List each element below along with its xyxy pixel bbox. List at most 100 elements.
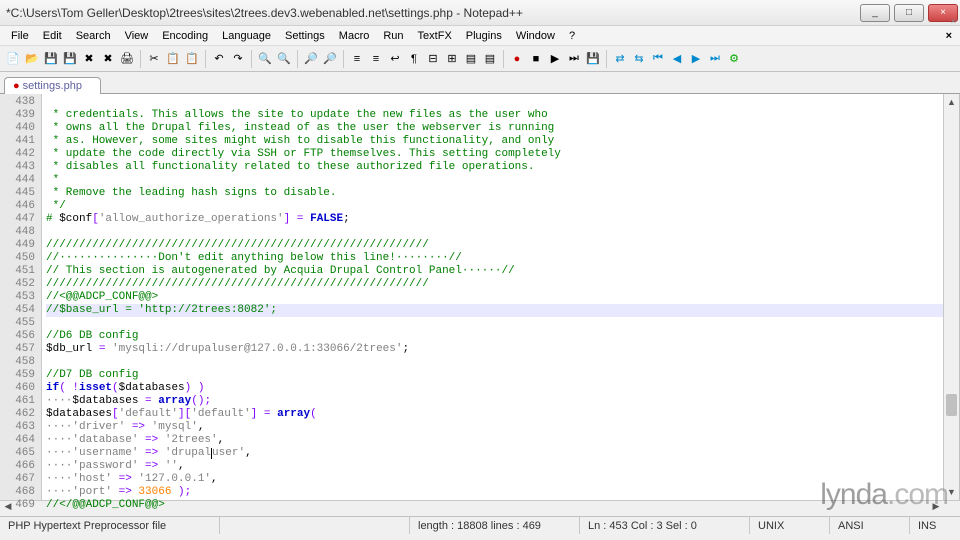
indent-guide-icon[interactable]: ⊟ bbox=[424, 50, 442, 68]
code-line: * Remove the leading hash signs to disab… bbox=[46, 187, 336, 199]
save-icon[interactable]: 💾 bbox=[42, 50, 60, 68]
toolbar: 📄 📂 💾 💾 ✖ ✖ 🖨 ✂ 📋 📋 ↶ ↷ 🔍 🔍 🔎 🔎 ≡ ≡ ↩ ¶ … bbox=[0, 46, 960, 72]
close-file-icon[interactable]: ✖ bbox=[80, 50, 98, 68]
menubar-close-doc[interactable]: × bbox=[939, 28, 960, 44]
code-line bbox=[46, 356, 53, 368]
status-encoding: ANSI bbox=[830, 517, 910, 534]
menu-language[interactable]: Language bbox=[215, 28, 278, 44]
current-line: //$base_url = 'http://2trees:8082'; bbox=[46, 304, 943, 317]
code-line: ····'password' => '', bbox=[46, 460, 185, 472]
code-line: ····'host' => '127.0.0.1', bbox=[46, 473, 218, 485]
save-all-icon[interactable]: 💾 bbox=[61, 50, 79, 68]
menu-plugins[interactable]: Plugins bbox=[459, 28, 509, 44]
scroll-left-icon[interactable]: ◀ bbox=[0, 501, 16, 516]
options-icon[interactable]: ⚙ bbox=[725, 50, 743, 68]
tab-close-icon[interactable]: × bbox=[951, 16, 956, 26]
find-icon[interactable]: 🔍 bbox=[256, 50, 274, 68]
print-icon[interactable]: 🖨 bbox=[118, 50, 136, 68]
menu-encoding[interactable]: Encoding bbox=[155, 28, 215, 44]
menu-file[interactable]: File bbox=[4, 28, 36, 44]
compare-icon[interactable]: ⇄ bbox=[611, 50, 629, 68]
menu-help[interactable]: ? bbox=[562, 28, 582, 44]
code-line: ····'database' => '2trees', bbox=[46, 434, 224, 446]
undo-icon[interactable]: ↶ bbox=[210, 50, 228, 68]
play-multi-icon[interactable]: ⏭ bbox=[565, 50, 583, 68]
code-line: */ bbox=[46, 200, 66, 212]
save-macro-icon[interactable]: 💾 bbox=[584, 50, 602, 68]
paste-icon[interactable]: 📋 bbox=[183, 50, 201, 68]
window-title: *C:\Users\Tom Geller\Desktop\2trees\site… bbox=[6, 6, 858, 20]
maximize-button[interactable]: □ bbox=[894, 4, 924, 22]
code-line bbox=[46, 317, 53, 329]
minimize-button[interactable]: _ bbox=[860, 4, 890, 22]
menu-macro[interactable]: Macro bbox=[332, 28, 377, 44]
show-chars-icon[interactable]: ¶ bbox=[405, 50, 423, 68]
menu-settings[interactable]: Settings bbox=[278, 28, 332, 44]
vertical-scrollbar[interactable]: ▲ ▼ bbox=[943, 94, 959, 500]
status-position: Ln : 453 Col : 3 Sel : 0 bbox=[580, 517, 750, 534]
sync-v-icon[interactable]: ≡ bbox=[348, 50, 366, 68]
redo-icon[interactable]: ↷ bbox=[229, 50, 247, 68]
toolbar-separator bbox=[140, 50, 141, 68]
menu-view[interactable]: View bbox=[118, 28, 156, 44]
toolbar-separator bbox=[606, 50, 607, 68]
code-line: ////////////////////////////////////////… bbox=[46, 278, 429, 290]
code-line bbox=[46, 226, 53, 238]
menu-run[interactable]: Run bbox=[376, 28, 410, 44]
new-file-icon[interactable]: 📄 bbox=[4, 50, 22, 68]
menu-search[interactable]: Search bbox=[69, 28, 118, 44]
func-list-icon[interactable]: ▤ bbox=[481, 50, 499, 68]
menu-textfx[interactable]: TextFX bbox=[411, 28, 459, 44]
userdef-icon[interactable]: ⊞ bbox=[443, 50, 461, 68]
code-line: //D6 DB config bbox=[46, 330, 138, 342]
open-file-icon[interactable]: 📂 bbox=[23, 50, 41, 68]
statusbar: PHP Hypertext Preprocessor file length :… bbox=[0, 516, 960, 534]
toolbar-separator bbox=[297, 50, 298, 68]
replace-icon[interactable]: 🔍 bbox=[275, 50, 293, 68]
toolbar-separator bbox=[503, 50, 504, 68]
menu-edit[interactable]: Edit bbox=[36, 28, 69, 44]
nav-prev-icon[interactable]: ◀ bbox=[668, 50, 686, 68]
cut-icon[interactable]: ✂ bbox=[145, 50, 163, 68]
code-line: ····'driver' => 'mysql', bbox=[46, 421, 204, 433]
code-editor[interactable]: * credentials. This allows the site to u… bbox=[42, 94, 943, 500]
code-line: * disables all functionality related to … bbox=[46, 161, 534, 173]
doc-map-icon[interactable]: ▤ bbox=[462, 50, 480, 68]
code-line: //<@@ADCP_CONF@@> bbox=[46, 291, 158, 303]
menubar: File Edit Search View Encoding Language … bbox=[0, 26, 960, 46]
toolbar-separator bbox=[343, 50, 344, 68]
code-line: ····'username' => 'drupaluser', bbox=[46, 447, 252, 459]
line-number-gutter: 438 439 440 441 442 443 444 445 446 447 … bbox=[0, 94, 42, 500]
stop-macro-icon[interactable]: ■ bbox=[527, 50, 545, 68]
code-line: ····$databases = array(); bbox=[46, 395, 211, 407]
code-line: $db_url = 'mysqli://drupaluser@127.0.0.1… bbox=[46, 343, 409, 355]
code-line: if( !isset($databases) ) bbox=[46, 382, 204, 394]
zoom-out-icon[interactable]: 🔎 bbox=[321, 50, 339, 68]
scroll-down-icon[interactable]: ▼ bbox=[944, 484, 959, 500]
scrollbar-thumb[interactable] bbox=[946, 394, 957, 416]
tab-bar: ●settings.php × bbox=[0, 72, 960, 94]
sync-h-icon[interactable]: ≡ bbox=[367, 50, 385, 68]
status-length: length : 18808 lines : 469 bbox=[410, 517, 580, 534]
nav-last-icon[interactable]: ⏭ bbox=[706, 50, 724, 68]
play-macro-icon[interactable]: ▶ bbox=[546, 50, 564, 68]
toolbar-separator bbox=[205, 50, 206, 68]
code-line: // This section is autogenerated by Acqu… bbox=[46, 265, 515, 277]
code-line: //D7 DB config bbox=[46, 369, 138, 381]
copy-icon[interactable]: 📋 bbox=[164, 50, 182, 68]
nav-next-icon[interactable]: ▶ bbox=[687, 50, 705, 68]
record-macro-icon[interactable]: ● bbox=[508, 50, 526, 68]
wrap-icon[interactable]: ↩ bbox=[386, 50, 404, 68]
tab-settings-php[interactable]: ●settings.php bbox=[4, 77, 101, 94]
window-buttons: _ □ × bbox=[858, 4, 960, 22]
close-all-icon[interactable]: ✖ bbox=[99, 50, 117, 68]
code-line: * as. However, some sites might wish to … bbox=[46, 135, 554, 147]
clear-compare-icon[interactable]: ⇆ bbox=[630, 50, 648, 68]
zoom-in-icon[interactable]: 🔎 bbox=[302, 50, 320, 68]
nav-first-icon[interactable]: ⏮ bbox=[649, 50, 667, 68]
menu-window[interactable]: Window bbox=[509, 28, 562, 44]
code-line: //···············Don't edit anything bel… bbox=[46, 252, 462, 264]
scroll-up-icon[interactable]: ▲ bbox=[944, 94, 959, 110]
status-eol: UNIX bbox=[750, 517, 830, 534]
code-line: * owns all the Drupal files, instead of … bbox=[46, 122, 554, 134]
